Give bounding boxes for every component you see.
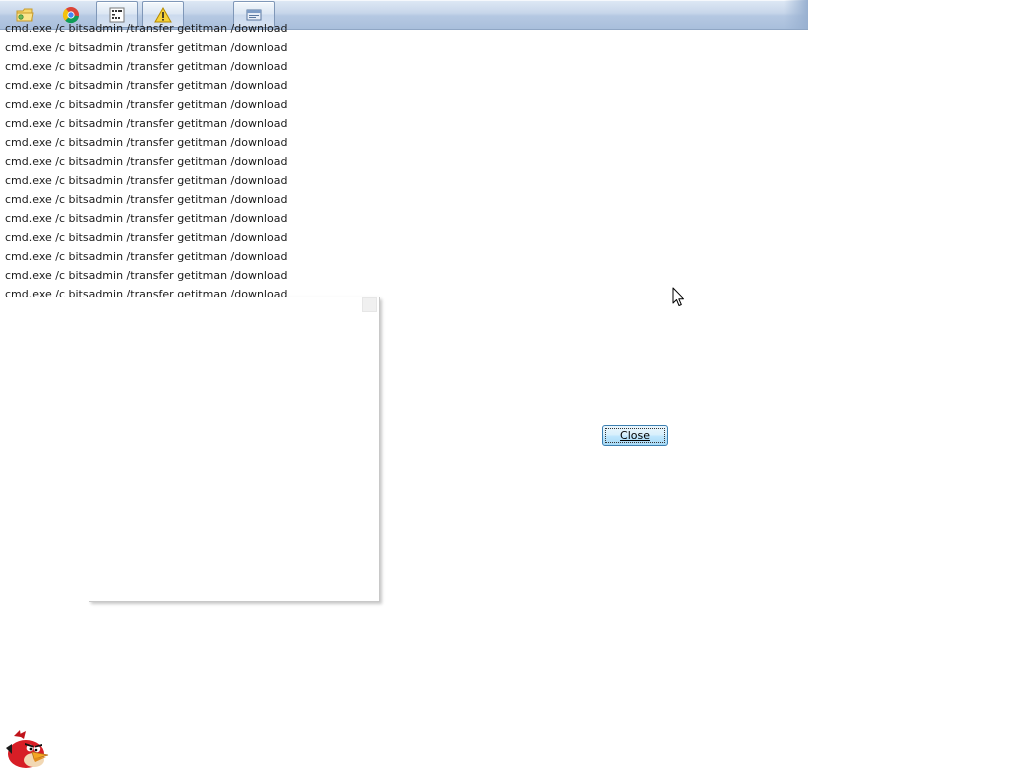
command-line: cmd.exe /c bitsadmin /transfer getitman … bbox=[5, 136, 288, 149]
close-button-label: Close bbox=[620, 429, 650, 442]
command-line: cmd.exe /c bitsadmin /transfer getitman … bbox=[5, 212, 288, 225]
window-corner-square bbox=[362, 297, 377, 312]
window-left-area bbox=[0, 297, 89, 601]
command-line: cmd.exe /c bitsadmin /transfer getitman … bbox=[5, 117, 288, 130]
close-button[interactable]: Close bbox=[602, 425, 668, 446]
taskbar-edge-shade bbox=[784, 0, 808, 29]
command-line: cmd.exe /c bitsadmin /transfer getitman … bbox=[5, 250, 288, 263]
angry-bird-icon[interactable] bbox=[4, 728, 50, 768]
command-line: cmd.exe /c bitsadmin /transfer getitman … bbox=[5, 22, 288, 35]
command-line: cmd.exe /c bitsadmin /transfer getitman … bbox=[5, 231, 288, 244]
command-line: cmd.exe /c bitsadmin /transfer getitman … bbox=[5, 79, 288, 92]
command-line: cmd.exe /c bitsadmin /transfer getitman … bbox=[5, 155, 288, 168]
command-line: cmd.exe /c bitsadmin /transfer getitman … bbox=[5, 60, 288, 73]
blank-window-panel bbox=[0, 297, 380, 602]
command-line: cmd.exe /c bitsadmin /transfer getitman … bbox=[5, 193, 288, 206]
mouse-cursor-icon bbox=[672, 287, 684, 306]
command-line: cmd.exe /c bitsadmin /transfer getitman … bbox=[5, 98, 288, 111]
command-line: cmd.exe /c bitsadmin /transfer getitman … bbox=[5, 41, 288, 54]
desktop-screen: cmd.exe /c bitsadmin /transfer getitman … bbox=[0, 0, 1024, 768]
command-line: cmd.exe /c bitsadmin /transfer getitman … bbox=[5, 174, 288, 187]
command-log: cmd.exe /c bitsadmin /transfer getitman … bbox=[5, 19, 385, 304]
command-line: cmd.exe /c bitsadmin /transfer getitman … bbox=[5, 269, 288, 282]
